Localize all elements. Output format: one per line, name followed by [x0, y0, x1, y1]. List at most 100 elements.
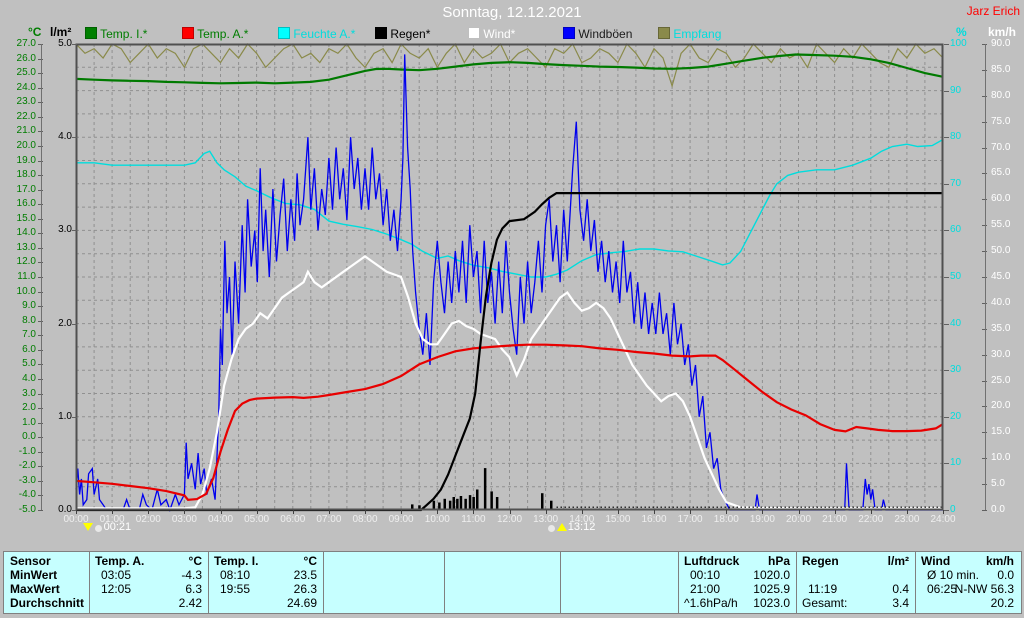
- axis-tick-label: 25.0: [16, 67, 36, 79]
- table-cell: km/h: [985, 554, 1014, 568]
- axis-tick-label: 3.0: [22, 387, 36, 399]
- axis-tick-label: 10: [950, 457, 962, 469]
- legend-swatch-icon: [468, 27, 480, 39]
- x-axis-tick-label: 17:00: [677, 514, 703, 525]
- x-axis-tick-label: 10:00: [424, 514, 450, 525]
- x-axis-tick-mark: [292, 510, 294, 514]
- x-axis-tick-mark: [328, 510, 330, 514]
- axis-tick-mark: [944, 370, 949, 372]
- legend-swatch-icon: [85, 27, 97, 39]
- moon-icon: [547, 525, 555, 532]
- axis-tick-mark: [72, 230, 77, 232]
- table-cell: 2.42: [178, 596, 202, 610]
- table-cell: 0.0: [997, 568, 1014, 582]
- axis-tick-label: 40: [950, 317, 962, 329]
- axis-tick-label: 18.0: [16, 169, 36, 181]
- legend-label: Regen*: [387, 27, 431, 41]
- marker-time-label: 13:12: [567, 521, 596, 533]
- axis-tick-label: 1.0: [22, 416, 36, 428]
- axis-tick-label: -4.0: [18, 489, 36, 501]
- axis-tick-label: 11.0: [17, 271, 36, 282]
- axis-tick-mark: [72, 137, 77, 139]
- table-cell: °C: [303, 554, 317, 568]
- weather-chart-plot[interactable]: [75, 42, 944, 516]
- axis-tick-label: 23.0: [16, 96, 36, 108]
- axis-tick-label: 5.0: [22, 358, 36, 370]
- axis-tick-mark: [944, 323, 949, 325]
- table-column-divider: [915, 552, 916, 613]
- axis-tick-mark: [72, 44, 77, 45]
- table-cell: 23.5: [293, 568, 317, 582]
- marker-time-label: 00:21: [103, 521, 132, 533]
- axis-tick-mark: [38, 510, 43, 511]
- axis-tick-label: 7.0: [22, 329, 36, 341]
- x-axis-tick-label: 21:00: [822, 514, 848, 525]
- table-cell: N-NW 56.3: [954, 582, 1014, 596]
- x-axis-tick-label: 23:00: [894, 514, 920, 525]
- axis-tick-label: 4.0: [58, 131, 72, 143]
- axis-tick-label: 15.0: [991, 426, 1011, 438]
- legend-label: Temp. A.*: [194, 27, 249, 41]
- axis-tick-label: -1.0: [18, 445, 36, 457]
- axis-tick-mark: [982, 510, 987, 511]
- axis-tick-label: 30: [950, 364, 962, 376]
- table-column-divider: [796, 552, 797, 613]
- arrow-up-icon: [556, 523, 567, 531]
- axis-tick-label: 5.0: [991, 478, 1005, 490]
- x-axis-tick-label: 20:00: [785, 514, 812, 525]
- axis-tick-mark: [944, 230, 949, 232]
- rain-bar: [468, 495, 472, 510]
- axis-tick-label: 75.0: [991, 115, 1011, 127]
- axis-tick-label: 80: [950, 131, 962, 143]
- x-axis-tick-mark: [509, 510, 511, 514]
- axis-tick-label: 70: [950, 177, 962, 189]
- x-axis-tick-mark: [220, 510, 222, 514]
- axis-tick-mark: [944, 183, 949, 185]
- table-cell: l/m²: [887, 554, 909, 568]
- legend-swatch-icon: [563, 27, 575, 39]
- axis-tick-label: 2.0: [22, 402, 36, 414]
- x-axis-tick-mark: [184, 510, 186, 514]
- rain-bar: [483, 468, 487, 510]
- axis-tick-label: 50.0: [991, 245, 1011, 257]
- rain-bar: [472, 497, 475, 510]
- legend-item-windb-en: Windböen: [563, 27, 632, 41]
- legend-label: Feuchte A.*: [290, 27, 356, 41]
- x-axis-tick-mark: [870, 510, 872, 514]
- unit-label-rain: l/m²: [50, 25, 72, 39]
- axis-tick-label: 45.0: [991, 271, 1011, 282]
- x-axis-tick-mark: [906, 510, 908, 514]
- x-axis-tick-mark: [762, 510, 764, 514]
- x-axis-tick-mark: [834, 510, 836, 514]
- axis-tick-mark: [944, 44, 949, 45]
- x-axis-tick-label: 15:00: [605, 514, 631, 525]
- x-axis-tick-label: 07:00: [316, 514, 342, 525]
- x-axis-tick-mark: [473, 510, 475, 514]
- table-cell: -4.3: [181, 568, 202, 582]
- rain-bar: [490, 491, 493, 510]
- page-title: Sonntag, 12.12.2021: [442, 4, 582, 21]
- legend-label: Windböen: [575, 27, 633, 41]
- axis-tick-label: 35.0: [991, 322, 1011, 334]
- x-axis-tick-mark: [256, 510, 258, 514]
- axis-tick-label: 15.0: [16, 212, 36, 224]
- axis-tick-label: 50: [950, 271, 962, 282]
- x-axis-tick-mark: [726, 510, 728, 514]
- legend-label: Empfang: [670, 27, 722, 41]
- x-axis-tick-label: 24:00: [930, 514, 956, 525]
- axis-tick-label: 20.0: [16, 139, 36, 151]
- table-column-divider: [208, 552, 209, 613]
- axis-tick-label: 60: [950, 224, 962, 236]
- axis-tick-label: 16.0: [16, 198, 36, 210]
- axis-tick-label: 8.0: [22, 314, 36, 326]
- x-axis-tick-label: 04:00: [207, 514, 234, 525]
- axis-tick-label: 13.0: [16, 241, 36, 253]
- table-cell: °C: [188, 554, 202, 568]
- axis-tick-label: 60.0: [991, 193, 1011, 205]
- axis-tick-label: 21.0: [16, 125, 36, 137]
- axis-tick-label: 70.0: [991, 141, 1011, 153]
- event-marker-00-21: 00:21: [82, 521, 132, 533]
- axis-tick-label: 90.0: [991, 38, 1011, 49]
- axis-tick-label: 25.0: [991, 374, 1011, 386]
- legend-item-temp-a: Temp. A.*: [182, 27, 248, 41]
